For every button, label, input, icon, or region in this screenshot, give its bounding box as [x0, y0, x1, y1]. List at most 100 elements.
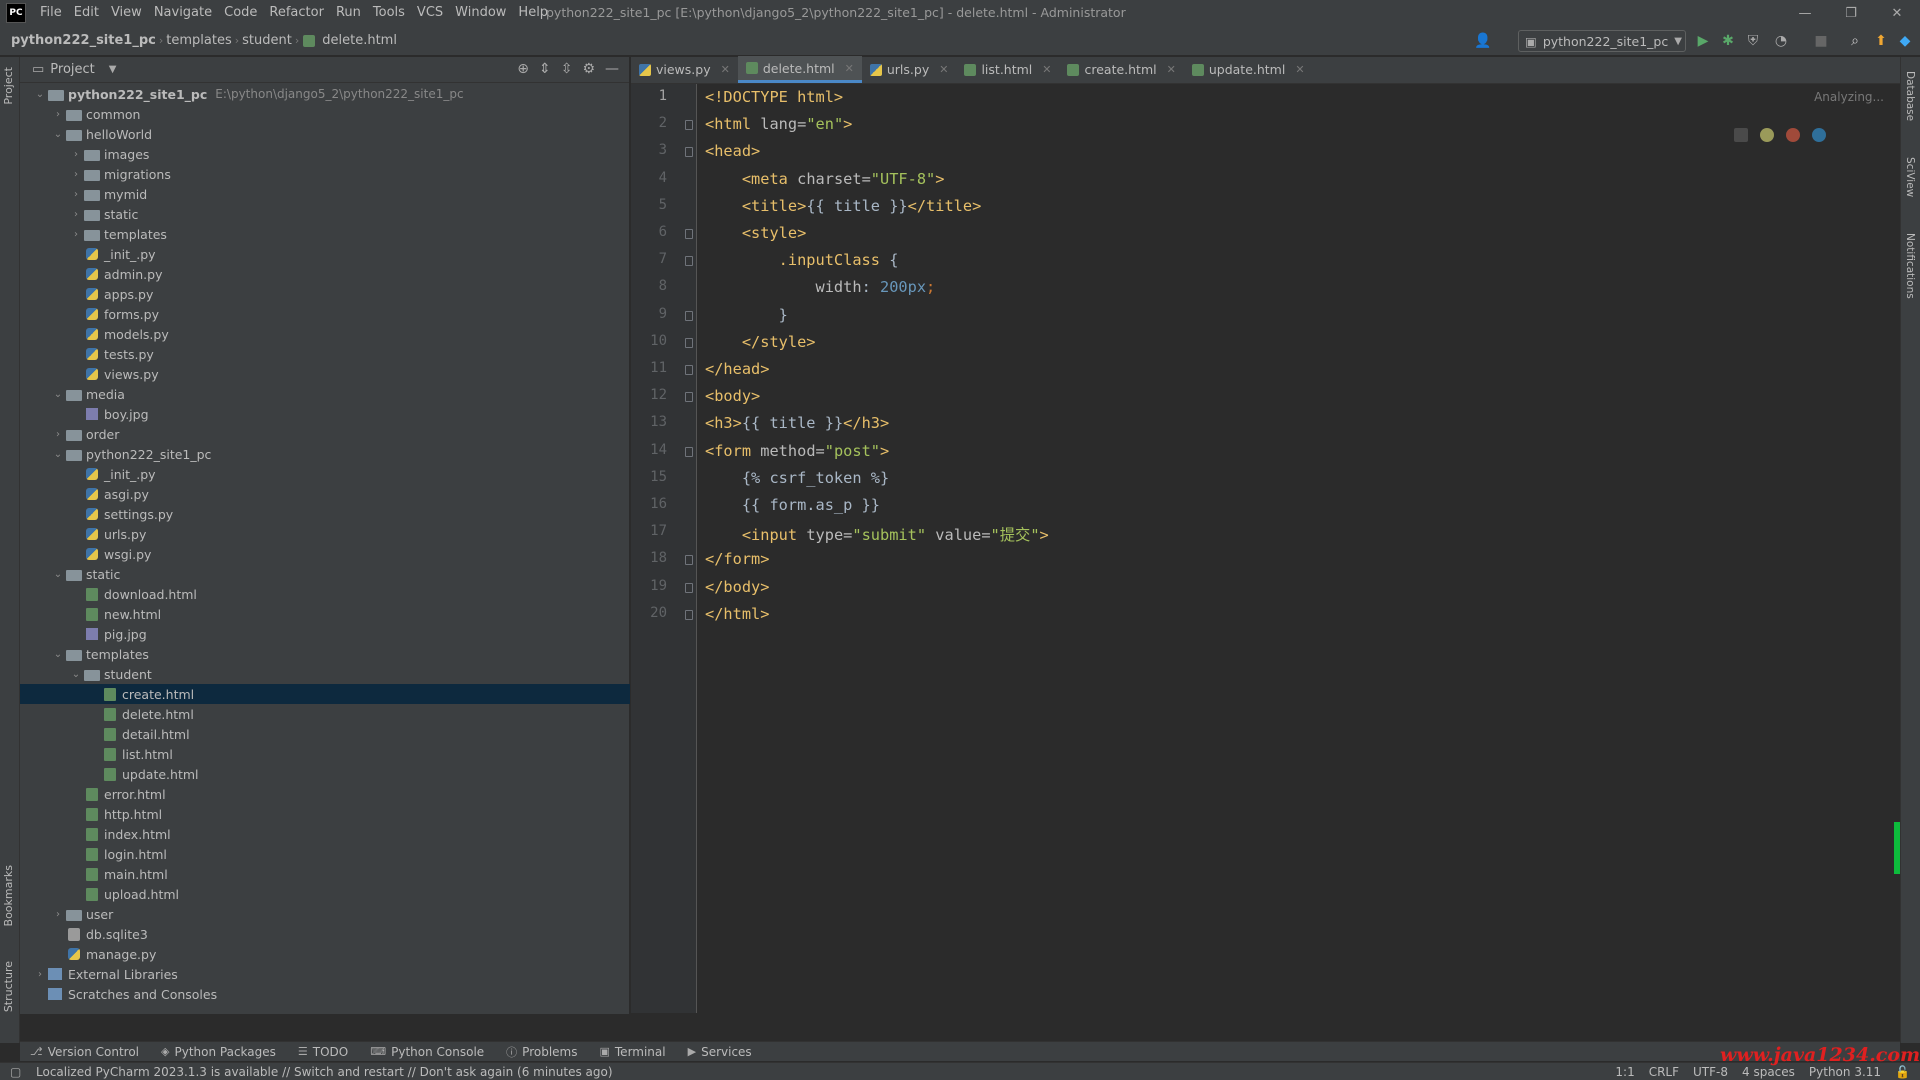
fold-marker-icon[interactable]	[685, 337, 693, 348]
coverage-icon[interactable]: ⛨	[1742, 30, 1764, 52]
minimize-icon[interactable]: —	[1782, 0, 1828, 26]
chevron-down-icon[interactable]: ⌄	[50, 129, 66, 140]
tree-file[interactable]: apps.py	[20, 284, 630, 304]
tree-folder[interactable]: ⌄ media	[20, 384, 630, 404]
tree-folder[interactable]: ⌄ student	[20, 664, 630, 684]
menu-run[interactable]: Run	[330, 0, 367, 26]
tree-file[interactable]: update.html	[20, 764, 630, 784]
chevron-right-icon[interactable]: ›	[32, 969, 48, 980]
menu-file[interactable]: File	[34, 0, 68, 26]
close-tab-icon[interactable]: ✕	[1295, 63, 1304, 76]
menu-window[interactable]: Window	[449, 0, 512, 26]
interpreter-label[interactable]: Python 3.11	[1809, 1065, 1881, 1079]
code-line[interactable]: </head>	[705, 360, 769, 378]
tree-file[interactable]: download.html	[20, 584, 630, 604]
stop-icon[interactable]: ■	[1810, 30, 1832, 52]
chevron-down-icon[interactable]: ⌄	[50, 389, 66, 400]
fold-marker-icon[interactable]	[685, 609, 693, 620]
tree-folder[interactable]: › templates	[20, 224, 630, 244]
caret-position[interactable]: 1:1	[1615, 1065, 1634, 1079]
tree-file[interactable]: delete.html	[20, 704, 630, 724]
tree-file[interactable]: detail.html	[20, 724, 630, 744]
tree-folder[interactable]: ⌄ python222_site1_pc	[20, 444, 630, 464]
project-tool-tab[interactable]: Project	[2, 67, 15, 105]
structure-tool-tab[interactable]: Structure	[2, 961, 15, 1012]
scrollbar-marker[interactable]	[1894, 822, 1900, 874]
close-tab-icon[interactable]: ✕	[939, 63, 948, 76]
sciview-tool-tab[interactable]: SciView	[1904, 157, 1916, 197]
firefox-icon[interactable]	[1786, 128, 1800, 142]
plugin-icon[interactable]: ◆	[1894, 30, 1916, 52]
code-line[interactable]: <h3>{{ title }}</h3>	[705, 414, 889, 432]
tree-file[interactable]: error.html	[20, 784, 630, 804]
breadcrumb-project[interactable]: python222_site1_pc	[8, 33, 159, 48]
chevron-down-icon[interactable]: ⌄	[50, 569, 66, 580]
tree-folder[interactable]: › mymid	[20, 184, 630, 204]
user-icon[interactable]: 👤	[1472, 30, 1494, 52]
tree-file[interactable]: create.html	[20, 684, 630, 704]
tree-folder[interactable]: › user	[20, 904, 630, 924]
code-line[interactable]: <!DOCTYPE html>	[705, 88, 843, 106]
tree-folder[interactable]: ⌄ static	[20, 564, 630, 584]
gear-icon[interactable]: ⚙	[582, 61, 595, 77]
tree-file[interactable]: pig.jpg	[20, 624, 630, 644]
tree-file[interactable]: views.py	[20, 364, 630, 384]
bottom-tool-terminal[interactable]: ▣ Terminal	[599, 1045, 665, 1059]
tree-folder[interactable]: ⌄ templates	[20, 644, 630, 664]
tree-file[interactable]: main.html	[20, 864, 630, 884]
breadcrumb-student[interactable]: student	[239, 33, 295, 48]
code-line[interactable]: <html lang="en">	[705, 115, 852, 133]
hide-icon[interactable]: —	[605, 61, 619, 77]
chevron-right-icon[interactable]: ›	[68, 189, 84, 200]
tree-file[interactable]: _init_.py	[20, 244, 630, 264]
indent-setting[interactable]: 4 spaces	[1742, 1065, 1795, 1079]
code-line[interactable]: <input type="submit" value="提交">	[705, 523, 1049, 545]
close-tab-icon[interactable]: ✕	[1167, 63, 1176, 76]
fold-marker-icon[interactable]	[685, 310, 693, 321]
chevron-right-icon[interactable]: ›	[68, 169, 84, 180]
editor-tab[interactable]: create.html ✕	[1059, 56, 1183, 83]
code-line[interactable]: .inputClass {	[705, 251, 899, 269]
fold-marker-icon[interactable]	[685, 365, 693, 375]
tree-file[interactable]: boy.jpg	[20, 404, 630, 424]
tree-file[interactable]: index.html	[20, 824, 630, 844]
bookmarks-tool-tab[interactable]: Bookmarks	[2, 865, 15, 926]
tree-file[interactable]: manage.py	[20, 944, 630, 964]
menu-edit[interactable]: Edit	[68, 0, 105, 26]
status-toggle-icon[interactable]: ▢	[10, 1065, 21, 1079]
chevron-down-icon[interactable]: ▼	[109, 64, 117, 75]
chevron-down-icon[interactable]: ⌄	[32, 89, 48, 100]
debug-icon[interactable]: ✱	[1717, 30, 1739, 52]
chevron-right-icon[interactable]: ›	[68, 229, 84, 240]
close-tab-icon[interactable]: ✕	[1042, 63, 1051, 76]
chevron-right-icon[interactable]: ›	[50, 429, 66, 440]
chevron-right-icon[interactable]: ›	[68, 209, 84, 220]
code-line[interactable]: </form>	[705, 550, 769, 568]
code-line[interactable]: <head>	[705, 142, 760, 160]
update-icon[interactable]: ⬆	[1870, 30, 1892, 52]
editor-tab[interactable]: delete.html ✕	[737, 56, 862, 83]
tree-file[interactable]: wsgi.py	[20, 544, 630, 564]
database-tool-tab[interactable]: Database	[1904, 71, 1916, 121]
editor-tab[interactable]: update.html ✕	[1184, 56, 1313, 83]
fold-marker-icon[interactable]	[685, 446, 693, 457]
menu-navigate[interactable]: Navigate	[148, 0, 218, 26]
fold-marker-icon[interactable]	[685, 582, 693, 593]
code-editor[interactable]: 1 2 3 4 5 6 7 8 9 10 11 12 13 14 15 16 17 18 19 20 <!DOCTYP…	[631, 84, 1900, 1013]
editor-tab[interactable]: list.html ✕	[956, 56, 1059, 83]
code-line[interactable]: <form method="post">	[705, 442, 889, 460]
code-line[interactable]: </body>	[705, 578, 769, 596]
menu-vcs[interactable]: VCS	[411, 0, 449, 26]
pycharm-logo-icon[interactable]: PC	[6, 3, 26, 23]
line-separator[interactable]: CRLF	[1649, 1065, 1679, 1079]
chevron-right-icon[interactable]: ›	[50, 109, 66, 120]
close-tab-icon[interactable]: ✕	[845, 62, 854, 75]
menu-code[interactable]: Code	[218, 0, 263, 26]
bottom-tool-problems[interactable]: ⓘ Problems	[506, 1044, 577, 1060]
locate-icon[interactable]: ⊕	[517, 61, 529, 77]
profile-icon[interactable]: ◔	[1770, 30, 1792, 52]
fold-marker-icon[interactable]	[685, 229, 693, 239]
tree-folder[interactable]: ⌄ python222_site1_pc E:\python\django5_2\p…	[20, 84, 630, 104]
fold-marker-icon[interactable]	[685, 120, 693, 131]
breadcrumb-file[interactable]: delete.html	[319, 33, 400, 48]
